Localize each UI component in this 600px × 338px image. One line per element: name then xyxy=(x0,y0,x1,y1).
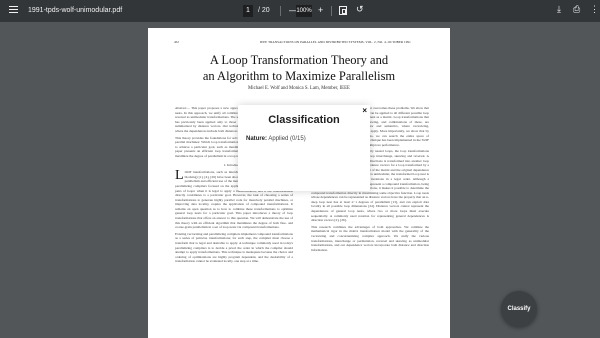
running-header: IEEE TRANSACTIONS ON PARALLEL AND DISTRI… xyxy=(260,40,411,44)
page-number-printed: 452 xyxy=(174,40,179,44)
paper-authors: Michael E. Wolf and Monica S. Lam, Membe… xyxy=(248,86,350,91)
panel-title: Classification xyxy=(268,114,340,126)
page-count: / 20 xyxy=(258,7,270,14)
rotate-icon[interactable]: ↺ xyxy=(356,4,364,15)
toolbar-divider xyxy=(280,6,281,16)
paper-title-line-2: an Algorithm to Maximize Parallelism xyxy=(202,69,396,83)
toolbar-divider xyxy=(331,6,332,16)
paper-title: A Loop Transformation Theory and an Algo… xyxy=(148,52,450,84)
nature-label: Nature: xyxy=(246,136,268,142)
pdf-toolbar: 1991-tpds-wolf-unimodular.pdf 1 / 20 — 1… xyxy=(0,0,600,22)
body-paragraph: Existing vectorizing and parallelizing c… xyxy=(175,231,293,264)
zoom-in-button[interactable]: + xyxy=(318,5,323,15)
file-name: 1991-tpds-wolf-unimodular.pdf xyxy=(28,7,123,14)
classification-panel: × Classification Nature: Applied (0/15) xyxy=(238,105,370,191)
zoom-input[interactable]: 100% xyxy=(296,5,312,17)
download-icon[interactable]: ⤓ xyxy=(557,4,561,15)
body-paragraph: This research combines the advantages of… xyxy=(311,224,429,252)
page-number-input[interactable]: 1 xyxy=(243,5,253,17)
classify-button[interactable]: Classify xyxy=(501,291,537,327)
fit-page-icon[interactable] xyxy=(339,6,347,15)
paper-title-line-1: A Loop Transformation Theory and xyxy=(209,53,389,67)
drop-cap: L xyxy=(175,168,184,184)
nature-value: Applied (0/15) xyxy=(268,136,306,142)
classification-row: Nature: Applied (0/15) xyxy=(246,136,306,142)
menu-icon[interactable] xyxy=(9,6,18,15)
print-icon[interactable]: ⎙ xyxy=(573,4,580,15)
more-vert-icon[interactable]: ⋮ xyxy=(590,4,599,15)
